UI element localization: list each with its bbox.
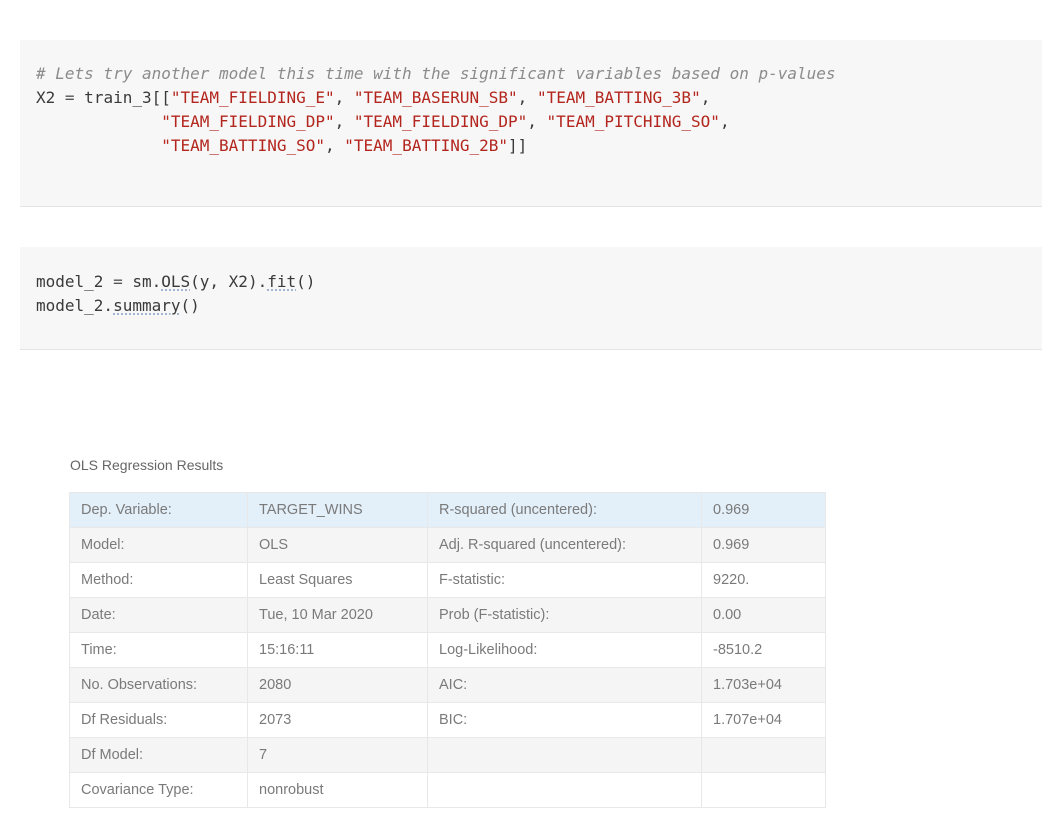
- table-cell: Time:: [69, 632, 248, 668]
- table-cell: Adj. R-squared (uncentered):: [427, 527, 702, 563]
- table-cell: 0.969: [701, 492, 826, 528]
- code-token: ,: [527, 112, 547, 131]
- code-line: "TEAM_BATTING_SO", "TEAM_BATTING_2B"]]: [36, 136, 527, 155]
- table-cell: nonrobust: [247, 772, 428, 808]
- code-token: =: [113, 272, 123, 291]
- table-cell: 2080: [247, 667, 428, 703]
- code-string: "TEAM_FIELDING_E": [170, 88, 335, 107]
- code-token: =: [64, 88, 75, 107]
- table-row: No. Observations: 2080 AIC: 1.703e+04: [69, 667, 826, 703]
- code-token: ,: [700, 88, 711, 107]
- code-token: ]]: [508, 136, 528, 155]
- table-cell: Tue, 10 Mar 2020: [247, 597, 428, 633]
- table-cell: 0.00: [701, 597, 826, 633]
- code-token: model_2.: [36, 296, 114, 315]
- table-row: Df Residuals: 2073 BIC: 1.707e+04: [69, 702, 826, 738]
- code-line: model_2.summary(): [36, 296, 200, 315]
- code-token: train_3[[: [74, 88, 171, 107]
- table-row: Model: OLS Adj. R-squared (uncentered): 0.9…: [69, 527, 826, 563]
- code-string: "TEAM_FIELDING_DP": [353, 112, 528, 131]
- table-row: Covariance Type: nonrobust: [69, 772, 826, 808]
- code-token: ,: [719, 112, 730, 131]
- code-string: "TEAM_BATTING_3B": [536, 88, 701, 107]
- code-token: ,: [325, 136, 345, 155]
- results-caption: OLS Regression Results: [70, 457, 224, 473]
- table-row: Dep. Variable: TARGET_WINS R-squared (unce…: [69, 492, 826, 528]
- code-string: "TEAM_BATTING_2B": [344, 136, 509, 155]
- code-string: "TEAM_PITCHING_SO": [546, 112, 720, 131]
- table-cell: 2073: [247, 702, 428, 738]
- table-row: Df Model: 7: [69, 737, 826, 773]
- code-string: "TEAM_BATTING_SO": [161, 136, 325, 155]
- table-cell: No. Observations:: [69, 667, 248, 703]
- table-cell: Log-Likelihood:: [427, 632, 702, 668]
- table-cell: [427, 737, 702, 773]
- code-token: (y, X2).: [190, 272, 268, 291]
- table-cell: Method:: [69, 562, 248, 598]
- table-cell: Date:: [69, 597, 248, 633]
- table-cell: Least Squares: [247, 562, 428, 598]
- table-cell: AIC:: [427, 667, 702, 703]
- table-row: Method: Least Squares F-statistic: 9220.: [69, 562, 826, 598]
- table-cell: Dep. Variable:: [69, 492, 248, 528]
- ols-results-table: Dep. Variable: TARGET_WINS R-squared (unce…: [69, 492, 826, 808]
- code-function: summary: [113, 296, 181, 315]
- code-function: fit: [267, 272, 297, 291]
- code-token: ,: [334, 88, 354, 107]
- code-cell-2[interactable]: model_2 = sm.OLS(y, X2).fit() model_2.su…: [20, 247, 1042, 350]
- table-cell: Prob (F-statistic):: [427, 597, 702, 633]
- table-cell: 7: [247, 737, 428, 773]
- code-comment: # Lets try another model this time with …: [36, 64, 836, 83]
- code-line: # Lets try another model this time with …: [36, 64, 836, 83]
- table-cell: [427, 772, 702, 808]
- table-cell: Df Model:: [69, 737, 248, 773]
- table-cell: [701, 772, 826, 808]
- table-cell: 15:16:11: [247, 632, 428, 668]
- code-token: sm.: [122, 272, 162, 291]
- table-cell: Df Residuals:: [69, 702, 248, 738]
- table-cell: R-squared (uncentered):: [427, 492, 702, 528]
- code-block-1[interactable]: # Lets try another model this time with …: [36, 62, 836, 158]
- code-string: "TEAM_BASERUN_SB": [353, 88, 518, 107]
- table-cell: Model:: [69, 527, 248, 563]
- table-row: Date: Tue, 10 Mar 2020 Prob (F-statistic):…: [69, 597, 826, 633]
- code-token: X2: [36, 88, 65, 107]
- code-line: "TEAM_FIELDING_DP", "TEAM_FIELDING_DP", …: [36, 112, 730, 131]
- table-cell: F-statistic:: [427, 562, 702, 598]
- table-cell: BIC:: [427, 702, 702, 738]
- table-cell: TARGET_WINS: [247, 492, 428, 528]
- table-cell: 1.707e+04: [701, 702, 826, 738]
- table-cell: [701, 737, 826, 773]
- code-token: model_2: [36, 272, 114, 291]
- code-line: model_2 = sm.OLS(y, X2).fit(): [36, 272, 315, 291]
- table-cell: 0.969: [701, 527, 826, 563]
- table-cell: 9220.: [701, 562, 826, 598]
- table-cell: -8510.2: [701, 632, 826, 668]
- table-row: Time: 15:16:11 Log-Likelihood: -8510.2: [69, 632, 826, 668]
- table-cell: OLS: [247, 527, 428, 563]
- code-token: (): [180, 296, 200, 315]
- code-token: ,: [334, 112, 354, 131]
- table-cell: 1.703e+04: [701, 667, 826, 703]
- code-string: "TEAM_FIELDING_DP": [161, 112, 335, 131]
- code-token: ,: [517, 88, 537, 107]
- code-cell-1[interactable]: # Lets try another model this time with …: [20, 40, 1042, 207]
- code-function: OLS: [161, 272, 191, 291]
- table-cell: Covariance Type:: [69, 772, 248, 808]
- code-token: (): [296, 272, 316, 291]
- code-block-2[interactable]: model_2 = sm.OLS(y, X2).fit() model_2.su…: [36, 270, 315, 318]
- code-line: X2 = train_3[["TEAM_FIELDING_E", "TEAM_B…: [36, 88, 710, 107]
